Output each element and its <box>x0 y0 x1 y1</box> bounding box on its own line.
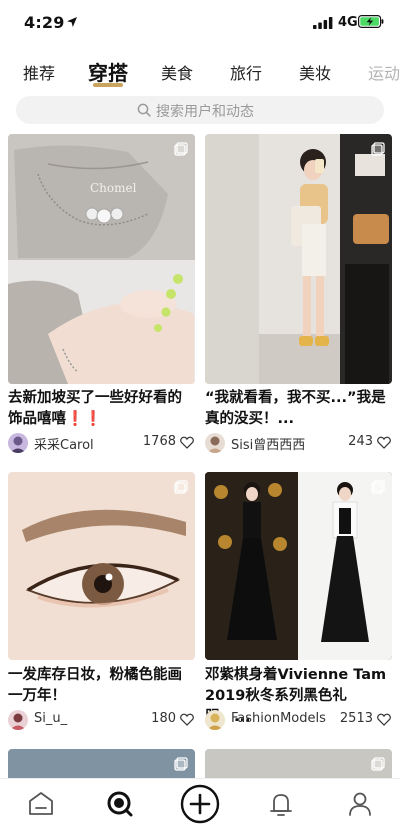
card-image[interactable] <box>8 749 195 778</box>
card-meta: Si_u_ 180 <box>8 710 195 730</box>
search-placeholder: 搜索用户和动态 <box>156 104 254 120</box>
avatar[interactable] <box>205 710 225 730</box>
category-tabs: 推荐 穿搭 美食 旅行 美妆 运动 <box>0 50 400 90</box>
heart-icon[interactable] <box>180 436 194 449</box>
like-count: 180 <box>151 711 176 726</box>
network-type: 4G <box>338 15 358 30</box>
card-meta: FashionModels 2513 <box>205 710 392 730</box>
profile-icon[interactable] <box>345 789 375 819</box>
tab-sports[interactable]: 运动 <box>368 60 400 84</box>
store-outfit-photo <box>205 134 392 384</box>
battery-charging-icon <box>358 15 384 28</box>
like-count: 2513 <box>339 711 373 726</box>
tab-outfits[interactable]: 穿搭 <box>88 57 128 86</box>
multi-image-icon <box>174 757 188 771</box>
signal-icon <box>313 17 333 29</box>
card-image[interactable] <box>205 134 392 384</box>
tab-travel[interactable]: 旅行 <box>230 60 262 84</box>
card-image[interactable] <box>205 472 392 660</box>
feed-card-5[interactable] <box>8 749 195 778</box>
avatar[interactable] <box>8 710 28 730</box>
like-count: 1768 <box>142 434 176 449</box>
active-tab-indicator <box>93 83 123 87</box>
status-time: 4:29 <box>24 13 65 32</box>
status-bar: 4:29 4G <box>0 0 400 46</box>
avatar[interactable] <box>8 433 28 453</box>
author-name[interactable]: 采采Carol <box>34 434 94 453</box>
tab-recommend[interactable]: 推荐 <box>23 60 55 84</box>
tab-beauty[interactable]: 美妆 <box>299 60 331 84</box>
card-image[interactable] <box>8 472 195 660</box>
card-title[interactable]: “我就看看，我不买...”我是真的没买！... <box>205 388 392 430</box>
feed: Chomel 去新加坡买了一些好好看的饰品嘻嘻❗️❗️ 采采Carol 1768… <box>0 134 400 778</box>
card-image[interactable] <box>205 749 392 778</box>
author-name[interactable]: Sisi曾西西西 <box>231 434 305 453</box>
multi-image-icon <box>371 142 385 156</box>
author-name[interactable]: FashionModels <box>231 711 326 726</box>
multi-image-icon <box>371 480 385 494</box>
bottom-nav <box>0 778 400 828</box>
multi-image-icon <box>174 142 188 156</box>
red-carpet-photo <box>205 472 392 660</box>
card-meta: 采采Carol 1768 <box>8 433 195 453</box>
jewelry-photo: Chomel <box>8 134 195 384</box>
multi-image-icon <box>371 757 385 771</box>
chomel-logo: Chomel <box>90 181 137 195</box>
card-title[interactable]: 一发库存日妆，粉橘色能画一万年！ <box>8 665 195 707</box>
multi-image-icon <box>174 480 188 494</box>
location-arrow-icon <box>67 17 77 27</box>
avatar[interactable] <box>205 433 225 453</box>
heart-icon[interactable] <box>377 436 391 449</box>
author-name[interactable]: Si_u_ <box>34 711 67 726</box>
card-title[interactable]: 去新加坡买了一些好好看的饰品嘻嘻❗️❗️ <box>8 388 195 430</box>
discover-icon[interactable] <box>105 789 135 819</box>
notifications-icon[interactable] <box>266 789 296 819</box>
feed-card-6[interactable] <box>205 749 392 778</box>
home-icon[interactable] <box>26 789 56 819</box>
search-icon <box>137 103 151 117</box>
heart-icon[interactable] <box>377 713 391 726</box>
eye-makeup-photo <box>8 472 195 660</box>
search-bar[interactable]: 搜索用户和动态 <box>16 96 384 124</box>
heart-icon[interactable] <box>180 713 194 726</box>
tab-food[interactable]: 美食 <box>161 60 193 84</box>
card-image[interactable]: Chomel <box>8 134 195 384</box>
like-count: 243 <box>348 434 373 449</box>
card-meta: Sisi曾西西西 243 <box>205 433 392 453</box>
add-icon[interactable] <box>180 784 220 824</box>
